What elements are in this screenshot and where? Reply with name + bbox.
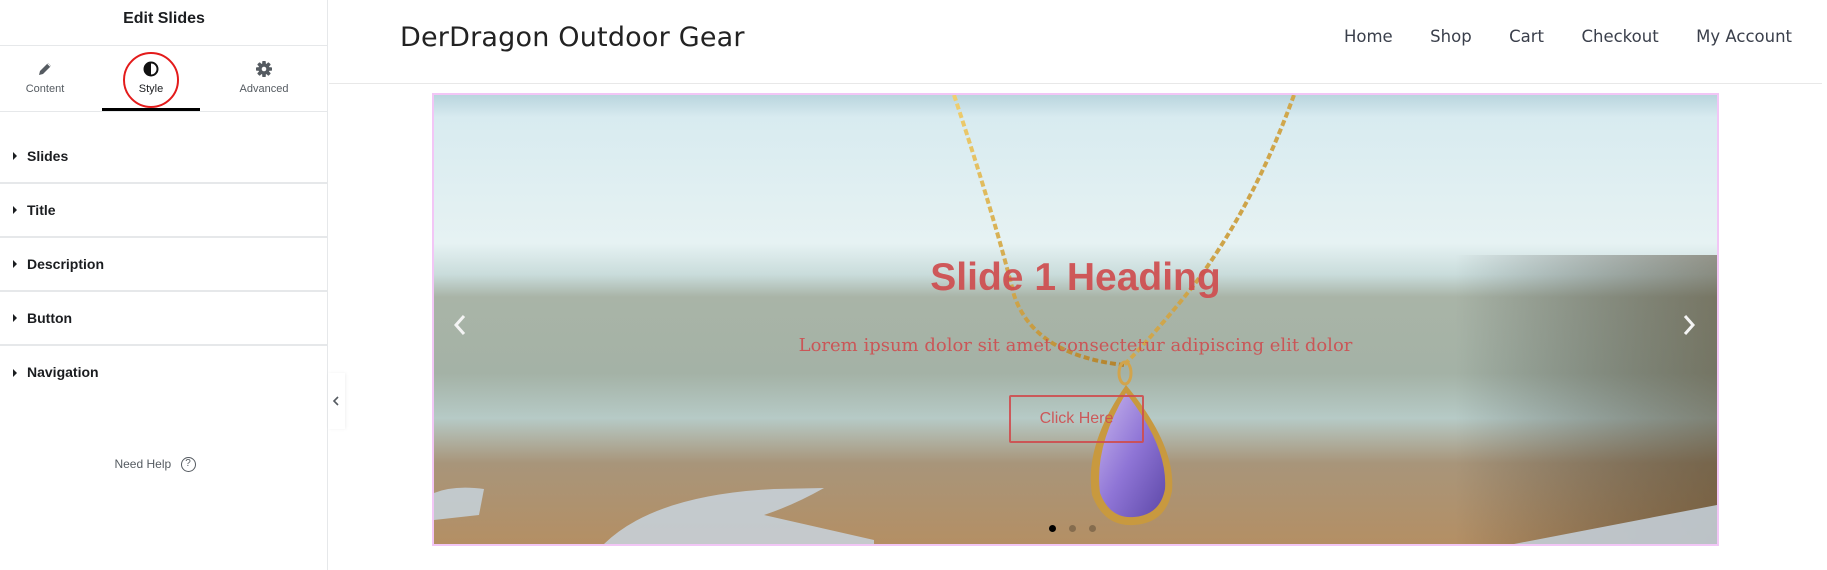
section-label: Description xyxy=(27,256,105,272)
panel-title: Edit Slides xyxy=(0,0,328,46)
section-label: Title xyxy=(27,202,56,218)
tab-style[interactable]: Style xyxy=(102,46,200,111)
page-scrollbar[interactable] xyxy=(1822,0,1827,570)
caret-right-icon xyxy=(13,314,17,322)
pagination-dot-2[interactable] xyxy=(1069,525,1076,532)
slide-cta-button[interactable]: Click Here xyxy=(1009,395,1144,443)
tab-style-label: Style xyxy=(138,83,164,95)
panel-tabs: Content Style Advanced xyxy=(0,46,328,112)
active-tab-indicator xyxy=(102,108,200,111)
caret-right-icon xyxy=(13,260,17,268)
chevron-left-icon xyxy=(453,315,466,335)
nav-my-account[interactable]: My Account xyxy=(1696,27,1792,46)
site-title[interactable]: DerDragon Outdoor Gear xyxy=(400,22,745,53)
slider-pagination xyxy=(1049,525,1109,533)
section-slides[interactable]: Slides xyxy=(0,130,328,184)
slides-widget[interactable]: Slide 1 Heading Lorem ipsum dolor sit am… xyxy=(432,93,1719,546)
slider-next-button[interactable] xyxy=(1673,305,1703,345)
collapse-panel-button[interactable] xyxy=(328,373,345,429)
slide-content: Slide 1 Heading Lorem ipsum dolor sit am… xyxy=(434,95,1717,544)
need-help-link[interactable]: Need Help ? xyxy=(0,457,310,473)
section-button[interactable]: Button xyxy=(0,292,328,346)
tab-content-label: Content xyxy=(25,83,65,95)
slide-heading: Slide 1 Heading xyxy=(930,256,1221,299)
pencil-icon xyxy=(39,63,51,75)
site-header: DerDragon Outdoor Gear Home Shop Cart Ch… xyxy=(329,0,1822,84)
section-description[interactable]: Description xyxy=(0,238,328,292)
need-help-label: Need Help xyxy=(114,457,172,471)
section-title[interactable]: Title xyxy=(0,184,328,238)
tab-advanced[interactable]: Advanced xyxy=(214,46,314,111)
section-navigation[interactable]: Navigation xyxy=(0,346,328,400)
caret-right-icon xyxy=(13,152,17,160)
tab-advanced-label: Advanced xyxy=(239,83,289,95)
help-question-icon: ? xyxy=(180,457,196,473)
pagination-dot-1[interactable] xyxy=(1049,525,1056,532)
nav-shop[interactable]: Shop xyxy=(1430,27,1472,46)
slide-description: Lorem ipsum dolor sit amet consectetur a… xyxy=(798,335,1353,356)
section-label: Button xyxy=(27,310,73,326)
contrast-icon xyxy=(143,61,159,77)
slider-prev-button[interactable] xyxy=(446,305,476,345)
caret-right-icon xyxy=(13,206,17,214)
chevron-right-icon xyxy=(1683,315,1696,335)
pagination-dot-3[interactable] xyxy=(1089,525,1096,532)
caret-right-icon xyxy=(13,369,17,377)
site-nav: Home Shop Cart Checkout My Account xyxy=(1311,27,1792,47)
tab-content[interactable]: Content xyxy=(0,46,90,111)
nav-cart[interactable]: Cart xyxy=(1509,27,1544,46)
section-label: Slides xyxy=(27,148,69,164)
nav-home[interactable]: Home xyxy=(1344,27,1393,46)
nav-checkout[interactable]: Checkout xyxy=(1581,27,1658,46)
gear-icon xyxy=(256,61,272,77)
section-label: Navigation xyxy=(27,364,99,380)
editor-panel: Edit Slides Content Style Advanced Slide… xyxy=(0,0,328,570)
chevron-left-icon xyxy=(332,396,339,406)
